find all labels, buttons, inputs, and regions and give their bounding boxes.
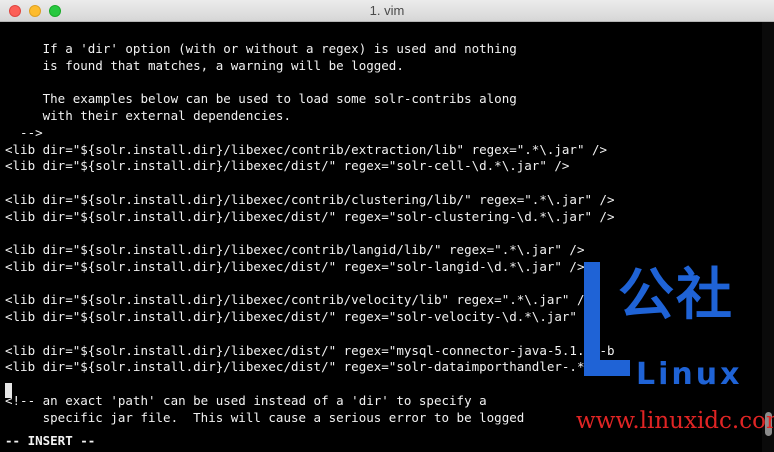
scrollbar[interactable]: [762, 22, 774, 452]
editor-buffer[interactable]: If a 'dir' option (with or without a reg…: [5, 41, 615, 426]
editor-line: -->: [5, 124, 43, 140]
text-cursor: [5, 383, 12, 398]
editor-line: <lib dir="${solr.install.dir}/libexec/co…: [5, 141, 608, 157]
window-title: 1. vim: [369, 3, 405, 18]
terminal-window: 1. vim If a 'dir' option (with or withou…: [0, 0, 774, 452]
editor-line: If a 'dir' option (with or without a reg…: [5, 41, 517, 56]
editor-line: <lib dir="${solr.install.dir}/libexec/co…: [5, 242, 585, 257]
editor-line: <lib dir="${solr.install.dir}/libexec/co…: [5, 191, 615, 207]
editor-line: specific jar file. This will cause a ser…: [5, 409, 525, 425]
title-bar[interactable]: 1. vim: [0, 0, 774, 22]
editor-line: <!-- an exact 'path' can be used instead…: [5, 392, 487, 408]
editor-line: <lib dir="${solr.install.dir}/libexec/di…: [5, 208, 615, 224]
editor-line: with their external dependencies.: [5, 108, 291, 123]
vim-mode-indicator: -- INSERT --: [5, 433, 96, 448]
editor-line: is found that matches, a warning will be…: [5, 57, 404, 73]
editor-line: The examples below can be used to load s…: [5, 91, 517, 107]
editor-line: <lib dir="${solr.install.dir}/libexec/di…: [5, 258, 585, 274]
editor-line: <lib dir="${solr.install.dir}/libexec/di…: [5, 342, 615, 358]
editor-line: <lib dir="${solr.install.dir}/libexec/di…: [5, 158, 570, 174]
editor-line: <lib dir="${solr.install.dir}/libexec/di…: [5, 359, 615, 375]
vim-editor[interactable]: If a 'dir' option (with or without a reg…: [0, 22, 762, 452]
scrollbar-thumb[interactable]: [765, 412, 772, 436]
editor-line: <lib dir="${solr.install.dir}/libexec/di…: [5, 309, 600, 324]
editor-line: <lib dir="${solr.install.dir}/libexec/co…: [5, 292, 592, 308]
